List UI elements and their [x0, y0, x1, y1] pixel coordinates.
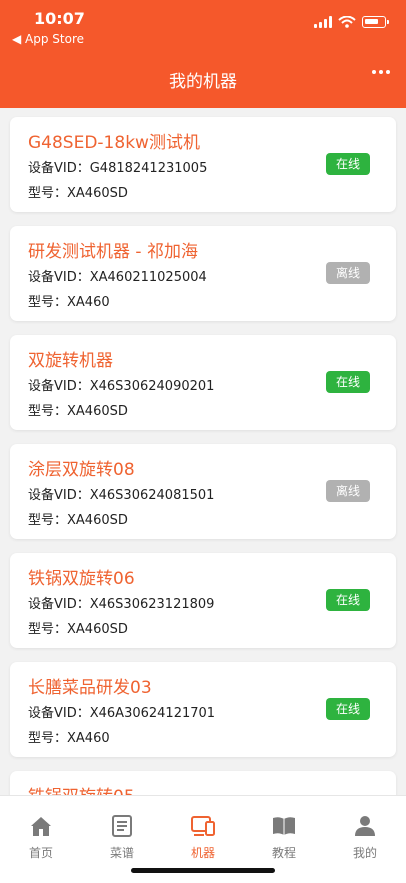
status-badge: 在线: [326, 589, 370, 611]
status-badge: 在线: [326, 698, 370, 720]
machine-name: 涂层双旋转08: [28, 460, 135, 480]
status-badge: 离线: [326, 480, 370, 502]
machine-vid: 设备VID：XA460211025004: [28, 270, 207, 285]
machine-vid: 设备VID：X46S30623121809: [28, 597, 215, 612]
machine-list: G48SED-18kw测试机 设备VID：G4818241231005 型号：X…: [10, 117, 396, 880]
machine-card[interactable]: 双旋转机器 设备VID：X46S30624090201 型号：XA460SD 在…: [10, 335, 396, 430]
page-title: 我的机器: [169, 72, 237, 92]
more-button[interactable]: [372, 66, 390, 78]
tab-label: 我的: [352, 846, 377, 860]
machine-model: 型号：XA460SD: [28, 513, 128, 528]
machine-name: 长膳菜品研发03: [28, 678, 152, 698]
machine-model: 型号：XA460SD: [28, 404, 128, 419]
tab-label: 教程: [271, 846, 296, 860]
machine-model: 型号：XA460: [28, 295, 110, 310]
back-to-app-store[interactable]: ◀ App Store: [12, 32, 84, 46]
top-bar: 10:07 ◀ App Store 我的机器: [0, 0, 406, 108]
tab-label: 机器: [190, 846, 215, 860]
tab-label: 菜谱: [109, 846, 134, 860]
tab-machines[interactable]: 机器: [173, 814, 233, 861]
machine-vid: 设备VID：X46A30624121701: [28, 706, 216, 721]
status-icons: [314, 16, 389, 28]
tab-recipes[interactable]: 菜谱: [92, 814, 152, 861]
battery-icon: [362, 16, 389, 28]
machine-card[interactable]: 涂层双旋转08 设备VID：X46S30624081501 型号：XA460SD…: [10, 444, 396, 539]
tab-profile[interactable]: 我的: [335, 814, 395, 861]
machine-icon: [191, 816, 215, 836]
tab-home[interactable]: 首页: [11, 814, 71, 861]
home-indicator: [131, 868, 275, 873]
tab-bar: 首页 菜谱 机器 教程 我的: [0, 795, 406, 883]
status-badge: 在线: [326, 371, 370, 393]
machine-model: 型号：XA460: [28, 731, 110, 746]
machine-model: 型号：XA460SD: [28, 622, 128, 637]
machine-vid: 设备VID：X46S30624090201: [28, 379, 215, 394]
status-time: 10:07: [34, 9, 85, 28]
machine-name: 研发测试机器 - 祁加海: [28, 242, 198, 262]
status-badge: 离线: [326, 262, 370, 284]
machine-name: 铁锅双旋转06: [28, 569, 135, 589]
status-badge: 在线: [326, 153, 370, 175]
machine-model: 型号：XA460SD: [28, 186, 128, 201]
machine-card[interactable]: 长膳菜品研发03 设备VID：X46A30624121701 型号：XA460 …: [10, 662, 396, 757]
book-icon: [273, 817, 295, 835]
machine-name: 双旋转机器: [28, 351, 113, 371]
signal-icon: [314, 16, 332, 28]
tab-label: 首页: [28, 846, 53, 860]
machine-card[interactable]: G48SED-18kw测试机 设备VID：G4818241231005 型号：X…: [10, 117, 396, 212]
machine-vid: 设备VID：X46S30624081501: [28, 488, 215, 503]
machine-card[interactable]: 研发测试机器 - 祁加海 设备VID：XA460211025004 型号：XA4…: [10, 226, 396, 321]
home-icon: [31, 817, 51, 836]
tab-tutorials[interactable]: 教程: [254, 814, 314, 861]
wifi-icon: [338, 16, 356, 28]
machine-vid: 设备VID：G4818241231005: [28, 161, 208, 176]
machine-card[interactable]: 铁锅双旋转06 设备VID：X46S30623121809 型号：XA460SD…: [10, 553, 396, 648]
person-icon: [355, 816, 375, 836]
recipe-icon: [112, 815, 132, 837]
machine-name: G48SED-18kw测试机: [28, 133, 200, 153]
